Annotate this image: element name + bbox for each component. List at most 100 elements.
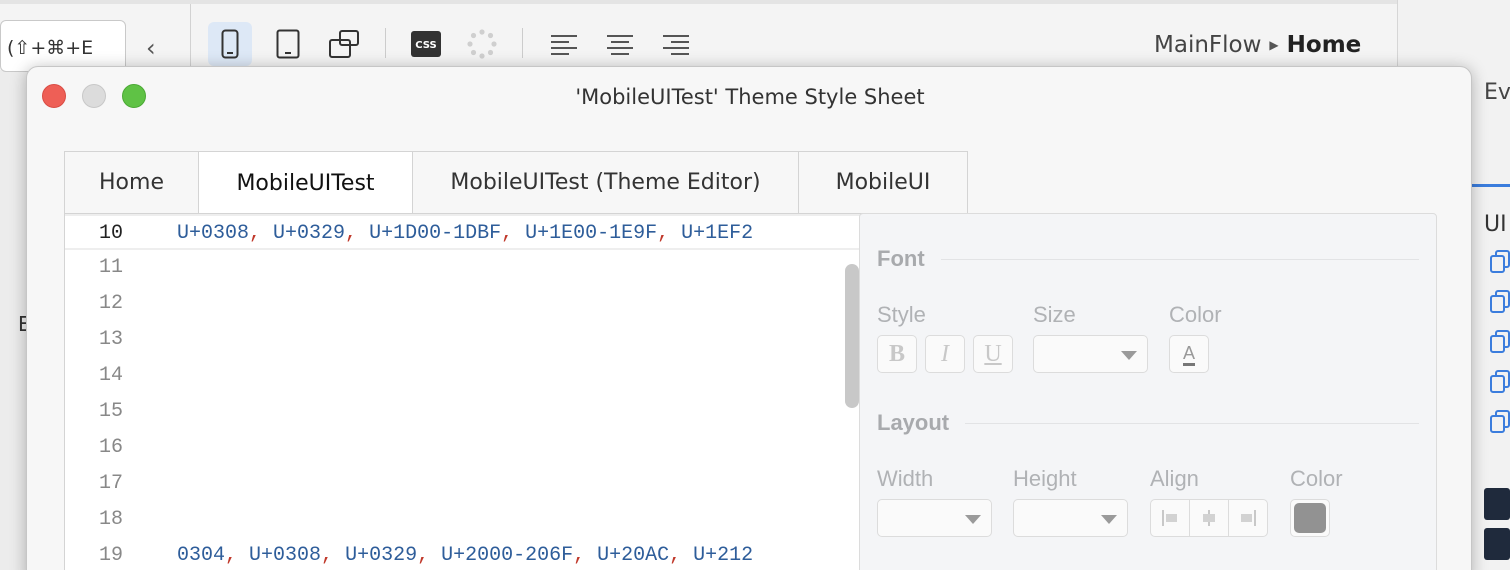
list-widget-icon[interactable] <box>1484 528 1510 560</box>
shortcut-field[interactable]: (⇧+⌘+E <box>0 20 126 72</box>
tab-mobileuitest[interactable]: MobileUITest <box>198 151 413 215</box>
spinner-icon <box>467 29 497 59</box>
font-section-label: Font <box>877 246 925 271</box>
breadcrumb-separator-icon: ▶ <box>1269 38 1279 52</box>
breadcrumb-parent[interactable]: MainFlow <box>1154 32 1261 58</box>
copy-icon[interactable] <box>1490 290 1510 314</box>
code-line[interactable]: 15 <box>65 394 963 430</box>
code-line[interactable]: 18 <box>65 502 963 538</box>
width-select[interactable] <box>877 499 992 537</box>
toolbar-divider <box>190 4 191 70</box>
code-line[interactable]: 11 <box>65 250 963 286</box>
style-label: Style <box>877 302 926 327</box>
loading-button[interactable] <box>460 22 504 66</box>
right-panel-tab[interactable]: Ev <box>1484 80 1510 105</box>
code-token: U+1D00-1DBF <box>369 222 502 245</box>
css-icon: CSS <box>411 31 441 57</box>
code-line[interactable]: 12 <box>65 286 963 322</box>
layout-color-label: Color <box>1290 466 1343 491</box>
layout-section-title: Layout <box>877 410 1419 436</box>
properties-panel: Font Style Size Color B I U A Layout Wid… <box>859 213 1437 570</box>
layout-color-swatch <box>1294 503 1326 533</box>
back-chevron-icon[interactable]: ‹ <box>146 34 156 62</box>
font-color-icon: A <box>1182 343 1195 366</box>
line-number: 10 <box>98 222 123 245</box>
align-right-button[interactable] <box>654 22 698 66</box>
code-line[interactable]: 17 <box>65 466 963 502</box>
stylesheet-tabs: Home MobileUITest MobileUITest (Theme Ed… <box>64 151 968 215</box>
code-text: U+0308, U+0329, U+1D00-1DBF, U+1E00-1E9F… <box>177 222 754 245</box>
code-token: U+0308 <box>177 222 250 245</box>
align-middle-icon <box>1203 510 1215 526</box>
code-token: U+1EF2 <box>681 222 754 245</box>
line-number: 13 <box>98 328 123 351</box>
toolbar-divider <box>385 28 386 58</box>
code-token: U+0308 <box>249 544 322 567</box>
line-number: 17 <box>98 472 123 495</box>
audio-widget-icon[interactable] <box>1484 488 1510 520</box>
code-token: U+2000-206F <box>441 544 574 567</box>
copy-icon[interactable] <box>1490 250 1510 274</box>
width-label: Width <box>877 466 934 491</box>
align-left-button[interactable] <box>542 22 586 66</box>
font-color-label: Color <box>1169 302 1222 327</box>
code-token: U+0329 <box>273 222 346 245</box>
align-left-icon <box>551 35 577 55</box>
css-icon-label: CSS <box>415 40 436 51</box>
align-center-button[interactable] <box>598 22 642 66</box>
align-middle-button[interactable] <box>1190 500 1229 536</box>
line-number: 14 <box>98 364 123 387</box>
breadcrumb-current: Home <box>1286 32 1362 58</box>
code-line[interactable]: 16 <box>65 430 963 466</box>
align-center-icon <box>607 35 633 55</box>
code-line[interactable]: 19 0304, U+0308, U+0329, U+2000-206F, U+2… <box>65 538 963 570</box>
rotate-device-icon <box>329 30 359 58</box>
line-number: 11 <box>98 256 123 279</box>
line-number: 18 <box>98 508 123 531</box>
tab-mobileui[interactable]: MobileUI <box>798 151 968 213</box>
tab-home[interactable]: Home <box>64 151 199 213</box>
align-label: Align <box>1150 466 1199 491</box>
height-label: Height <box>1013 466 1077 491</box>
italic-button[interactable]: I <box>925 335 965 373</box>
align-start-button[interactable] <box>1151 500 1190 536</box>
editor-scrollbar[interactable] <box>845 264 859 408</box>
breadcrumb: MainFlow ▶ Home <box>1154 32 1361 58</box>
line-number: 19 <box>98 544 123 567</box>
copy-icon[interactable] <box>1490 370 1510 394</box>
css-button[interactable]: CSS <box>404 22 448 66</box>
phone-preview-button[interactable] <box>208 22 252 66</box>
line-number: 16 <box>98 436 123 459</box>
line-number: 12 <box>98 292 123 315</box>
code-line[interactable]: 10 U+0308, U+0329, U+1D00-1DBF, U+1E00-1E… <box>65 214 963 250</box>
layout-color-button[interactable] <box>1290 499 1330 537</box>
copy-icon[interactable] <box>1490 410 1510 434</box>
toolbar-divider <box>522 28 523 58</box>
size-label: Size <box>1033 302 1076 327</box>
css-code-editor[interactable]: 10 U+0308, U+0329, U+1D00-1DBF, U+1E00-1E… <box>64 213 964 570</box>
bold-button[interactable]: B <box>877 335 917 373</box>
tab-mobileuitest-theme-editor[interactable]: MobileUITest (Theme Editor) <box>412 151 799 213</box>
active-tab-indicator <box>1472 184 1510 187</box>
line-number: 15 <box>98 400 123 423</box>
right-panel-heading: UI <box>1484 212 1507 237</box>
tablet-preview-button[interactable] <box>266 22 310 66</box>
align-right-icon <box>663 35 689 55</box>
code-line[interactable]: 14 <box>65 358 963 394</box>
font-section-title: Font <box>877 246 1419 272</box>
height-select[interactable] <box>1013 499 1128 537</box>
code-token: 0304 <box>177 544 226 567</box>
code-text: 0304, U+0308, U+0329, U+2000-206F, U+20A… <box>177 544 754 567</box>
font-color-button[interactable]: A <box>1169 335 1209 373</box>
code-line[interactable]: 13 <box>65 322 963 358</box>
align-end-icon <box>1241 510 1256 526</box>
code-token: U+1E00-1E9F <box>525 222 658 245</box>
underline-button[interactable]: U <box>973 335 1013 373</box>
layout-section-label: Layout <box>877 410 950 435</box>
copy-icon[interactable] <box>1490 330 1510 354</box>
phone-icon <box>221 29 239 59</box>
align-end-button[interactable] <box>1229 500 1267 536</box>
align-group <box>1150 499 1268 537</box>
rotate-preview-button[interactable] <box>322 22 366 66</box>
font-size-select[interactable] <box>1033 335 1148 373</box>
